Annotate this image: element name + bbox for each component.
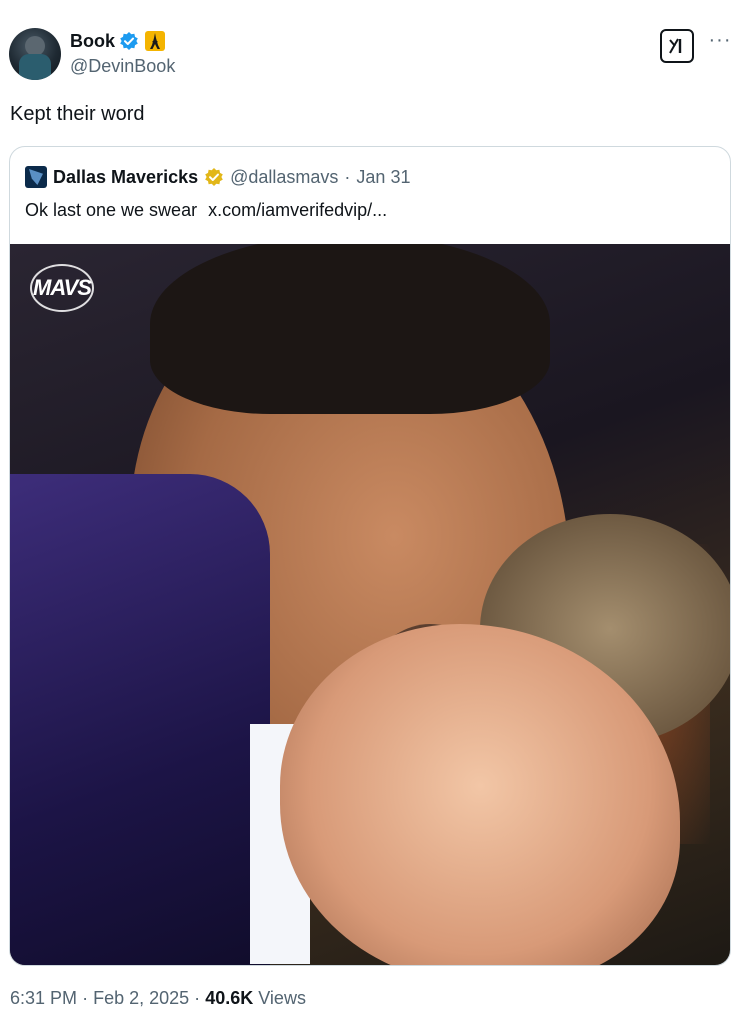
quote-link[interactable]: x.com/iamverifedvip/... — [208, 200, 387, 220]
views-label: Views — [258, 988, 306, 1008]
quote-text-row: Ok last one we swear x.com/iamverifedvip… — [25, 200, 387, 221]
mavs-logo: MAVS — [24, 260, 100, 316]
quote-tweet-card[interactable]: Dallas Mavericks @dallasmavs · Jan 31 Ok… — [9, 146, 731, 966]
quote-text: Ok last one we swear — [25, 200, 198, 220]
author-name[interactable]: Book — [70, 31, 115, 52]
quote-author-name[interactable]: Dallas Mavericks — [53, 167, 198, 188]
grok-icon — [669, 38, 682, 54]
tweet-time[interactable]: 6:31 PM — [10, 988, 77, 1008]
avatar-shirt — [19, 54, 51, 80]
quote-separator: · — [344, 166, 351, 187]
eiffel-tower-badge-icon[interactable] — [145, 31, 165, 51]
player-jersey — [10, 474, 270, 965]
views-count[interactable]: 40.6K — [205, 988, 253, 1008]
verified-badge-icon[interactable] — [119, 31, 139, 51]
author-avatar[interactable] — [9, 28, 61, 80]
more-options-icon[interactable]: ··· — [708, 30, 732, 54]
player-hair — [150, 244, 550, 414]
grok-button[interactable] — [660, 29, 694, 63]
footer-separator-1: · — [82, 988, 89, 1008]
tweet-footer: 6:31 PM · Feb 2, 2025 · 40.6K Views — [10, 988, 306, 1009]
quote-author-handle[interactable]: @dallasmavs — [230, 167, 338, 188]
footer-separator-2: · — [194, 988, 201, 1008]
tweet-text: Kept their word — [10, 103, 145, 125]
quote-author-avatar[interactable] — [25, 166, 47, 188]
tweet-date[interactable]: Feb 2, 2025 — [93, 988, 189, 1008]
gold-verified-badge-icon[interactable] — [204, 167, 224, 187]
author-name-row: Book — [70, 30, 165, 52]
avatar-head — [25, 36, 45, 56]
quote-media-image[interactable]: MAVS — [10, 244, 730, 965]
author-handle[interactable]: @DevinBook — [70, 56, 175, 77]
mavs-logo-text: MAVS — [33, 275, 92, 300]
quote-header: Dallas Mavericks @dallasmavs · Jan 31 — [25, 165, 410, 189]
quote-date[interactable]: Jan 31 — [356, 167, 410, 188]
